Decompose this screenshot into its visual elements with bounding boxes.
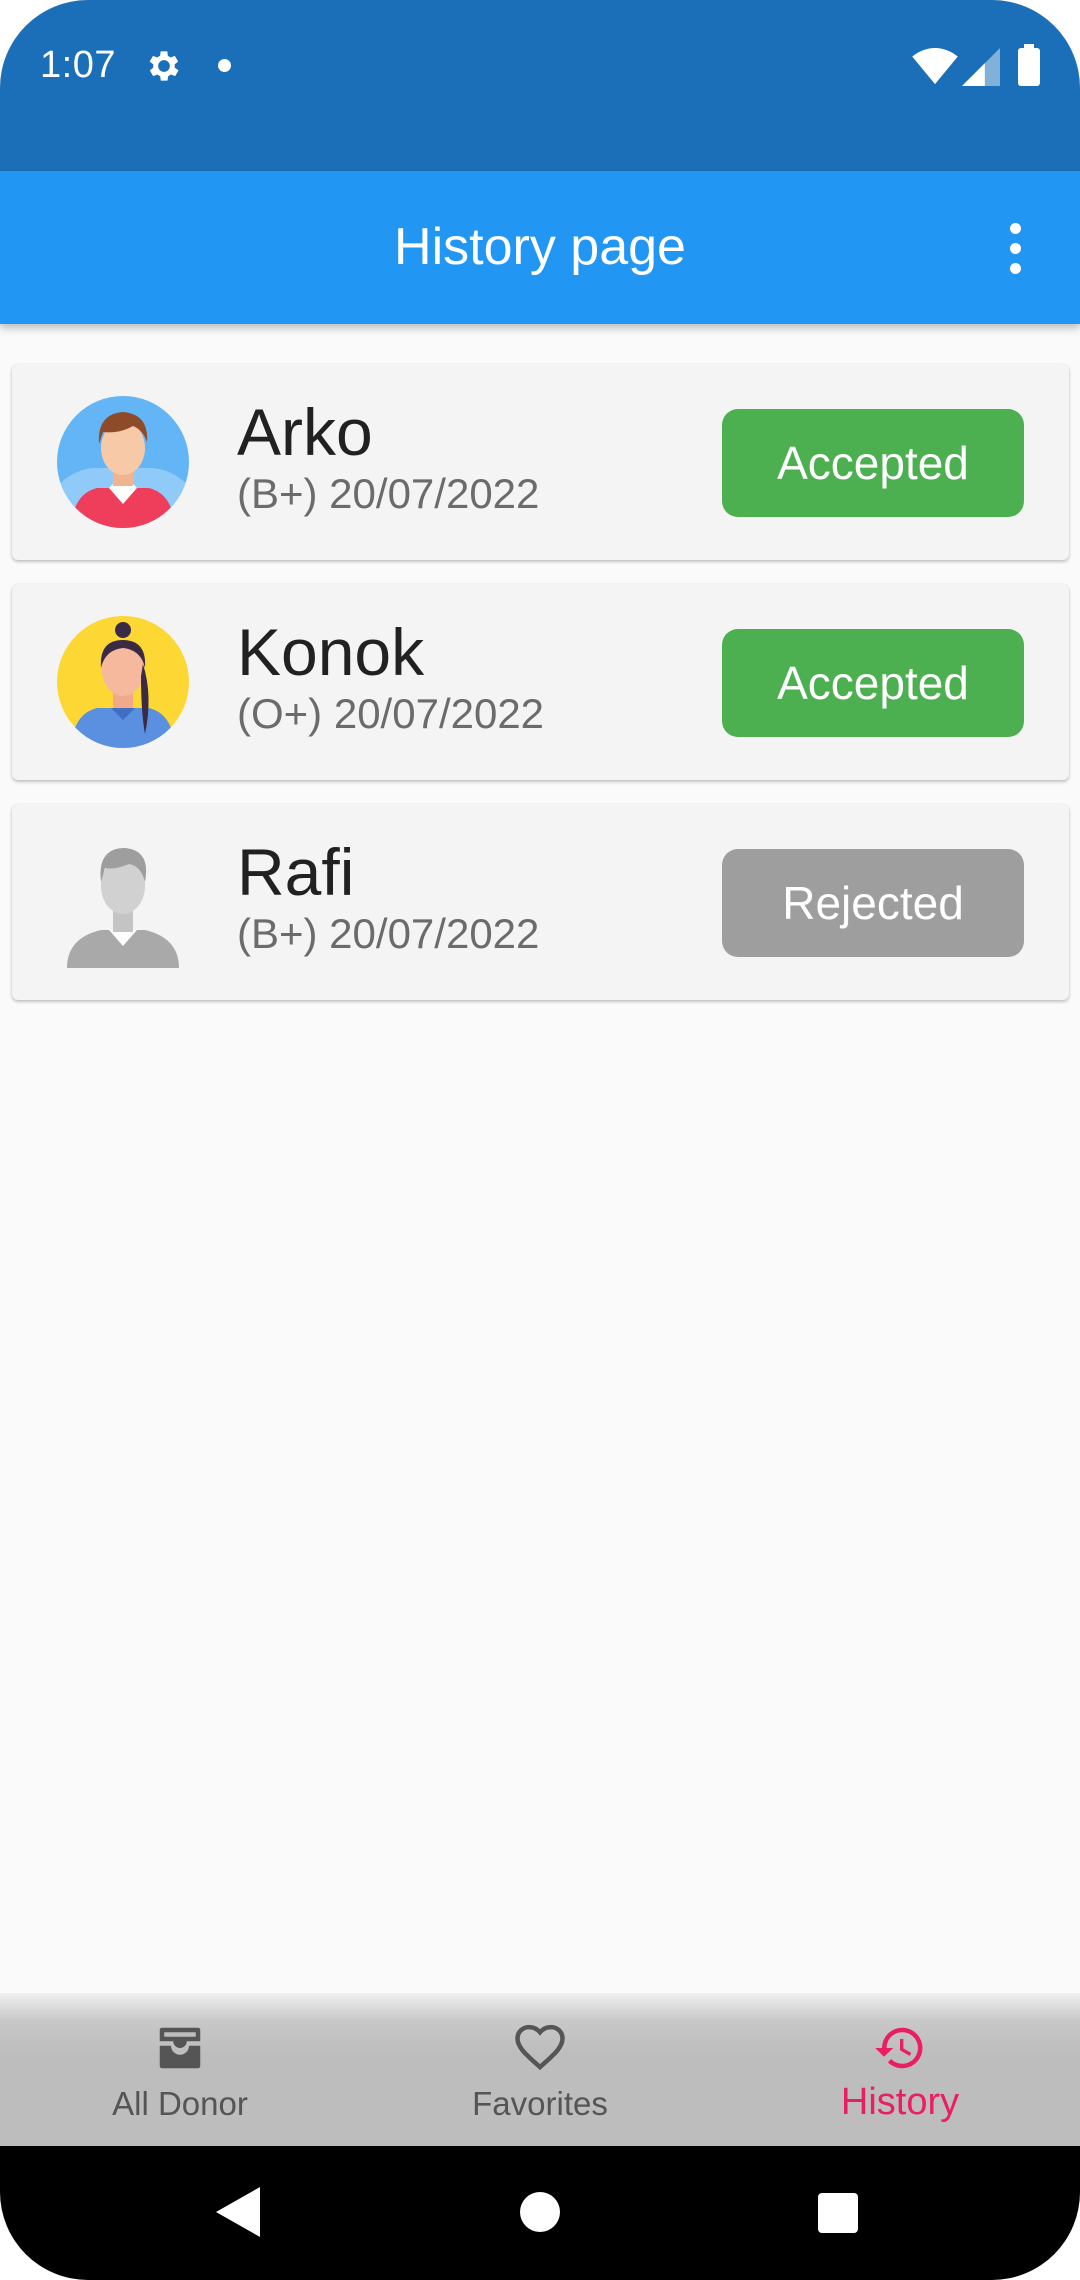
app-bar: History page xyxy=(0,171,1080,324)
heart-icon xyxy=(515,2024,565,2071)
nav-label: Favorites xyxy=(472,2085,608,2122)
donor-name: Arko xyxy=(237,395,373,469)
donor-blood-date: (B+) 20/07/2022 xyxy=(237,470,540,517)
donor-blood-date: (B+) 20/07/2022 xyxy=(237,910,540,957)
battery-icon xyxy=(1018,44,1040,86)
male-avatar-icon xyxy=(57,396,189,528)
more-options-button[interactable] xyxy=(990,213,1040,283)
default-avatar-icon xyxy=(67,848,179,968)
notification-dot-icon xyxy=(218,59,231,72)
more-vert-icon xyxy=(1009,222,1021,234)
nav-favorites[interactable]: Favorites xyxy=(360,1993,720,2146)
donor-name: Rafi xyxy=(237,835,355,909)
status-time: 1:07 xyxy=(40,44,116,86)
nav-all-donor[interactable]: All Donor xyxy=(0,1993,360,2146)
status-bar: 1:07 xyxy=(0,0,1080,171)
status-button-accepted[interactable]: Accepted xyxy=(722,409,1024,517)
phone-screen: 1:07 History page Arko (B+) 20/07/2022 A… xyxy=(0,0,1080,2280)
nav-label: History xyxy=(840,2081,960,2123)
page-title: History page xyxy=(394,218,686,276)
history-card[interactable]: Arko (B+) 20/07/2022 Accepted xyxy=(12,364,1069,560)
donor-name: Konok xyxy=(237,615,425,689)
history-icon xyxy=(875,2027,923,2069)
female-avatar-icon xyxy=(57,616,189,748)
bottom-navigation: All Donor Favorites History xyxy=(0,1993,1080,2146)
nav-history[interactable]: History xyxy=(720,1993,1080,2146)
recents-icon[interactable] xyxy=(818,2193,858,2233)
inbox-icon xyxy=(159,2027,201,2069)
signal-icon xyxy=(962,48,1000,86)
status-button-rejected[interactable]: Rejected xyxy=(722,849,1024,957)
back-icon[interactable] xyxy=(216,2187,260,2237)
wifi-icon xyxy=(912,48,958,85)
home-icon[interactable] xyxy=(520,2192,560,2232)
status-button-accepted[interactable]: Accepted xyxy=(722,629,1024,737)
settings-icon xyxy=(149,51,179,81)
nav-label: All Donor xyxy=(112,2085,248,2122)
donor-blood-date: (O+) 20/07/2022 xyxy=(237,690,545,737)
history-card[interactable]: Konok (O+) 20/07/2022 Accepted xyxy=(12,584,1069,780)
history-card[interactable]: Rafi (B+) 20/07/2022 Rejected xyxy=(12,804,1069,1000)
